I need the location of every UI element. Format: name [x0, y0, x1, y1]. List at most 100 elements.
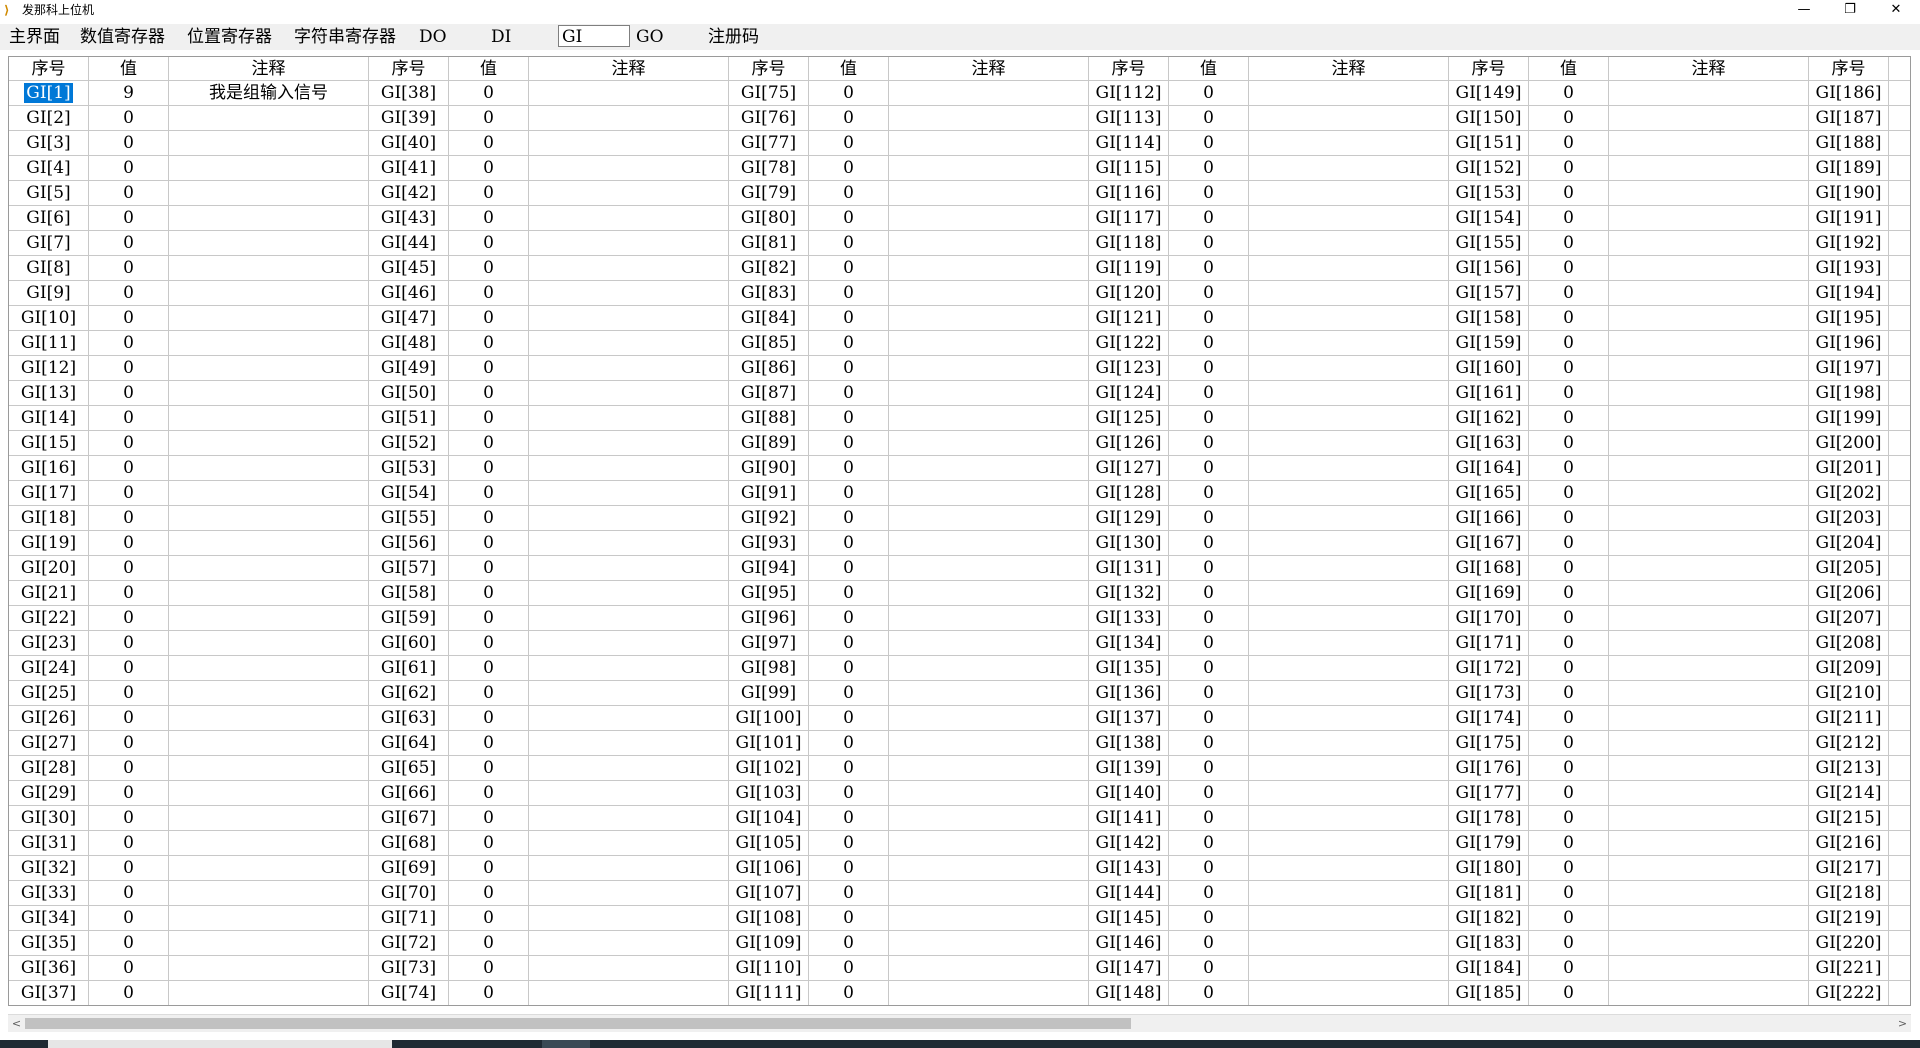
- comment-cell[interactable]: [1609, 606, 1809, 630]
- value-cell[interactable]: 0: [89, 956, 169, 980]
- index-cell[interactable]: GI[180]: [1449, 856, 1529, 880]
- comment-cell[interactable]: [1249, 131, 1449, 155]
- value-cell[interactable]: 0: [809, 131, 889, 155]
- value-cell[interactable]: 0: [809, 731, 889, 755]
- comment-cell[interactable]: [169, 556, 369, 580]
- comment-cell[interactable]: [1609, 106, 1809, 130]
- comment-cell[interactable]: [529, 306, 729, 330]
- index-cell[interactable]: GI[215]: [1809, 806, 1889, 830]
- comment-cell[interactable]: [1249, 106, 1449, 130]
- minimize-button[interactable]: —: [1781, 0, 1827, 20]
- table-row[interactable]: GI[8] 0 GI[45] 0 GI[82] 0 GI[119] 0 GI[156] 0 GI[1…: [9, 256, 1910, 281]
- comment-cell[interactable]: [529, 806, 729, 830]
- value-cell[interactable]: 0: [809, 706, 889, 730]
- index-cell[interactable]: GI[84]: [729, 306, 809, 330]
- index-cell[interactable]: GI[205]: [1809, 556, 1889, 580]
- table-row[interactable]: GI[34] 0 GI[71] 0 GI[108] 0 GI[145] 0 GI[182] 0 GI…: [9, 906, 1910, 931]
- comment-cell[interactable]: [1249, 656, 1449, 680]
- value-cell[interactable]: 0: [449, 581, 529, 605]
- value-cell[interactable]: 0: [809, 906, 889, 930]
- value-cell[interactable]: 0: [809, 81, 889, 105]
- index-cell[interactable]: GI[80]: [729, 206, 809, 230]
- comment-cell[interactable]: [169, 756, 369, 780]
- value-cell[interactable]: 0: [809, 256, 889, 280]
- index-cell[interactable]: GI[24]: [9, 656, 89, 680]
- comment-cell[interactable]: [1609, 481, 1809, 505]
- value-cell[interactable]: 0: [89, 506, 169, 530]
- value-cell[interactable]: 0: [449, 306, 529, 330]
- value-cell[interactable]: 0: [809, 931, 889, 955]
- value-cell[interactable]: 0: [1169, 256, 1249, 280]
- index-cell[interactable]: GI[33]: [9, 881, 89, 905]
- value-cell[interactable]: 0: [1169, 706, 1249, 730]
- comment-cell[interactable]: [1249, 981, 1449, 1005]
- comment-cell[interactable]: [889, 231, 1089, 255]
- value-cell[interactable]: 0: [1169, 381, 1249, 405]
- value-cell[interactable]: 0: [89, 256, 169, 280]
- value-cell[interactable]: 0: [809, 381, 889, 405]
- comment-cell[interactable]: [889, 681, 1089, 705]
- value-cell[interactable]: 0: [449, 131, 529, 155]
- index-cell[interactable]: GI[58]: [369, 581, 449, 605]
- value-cell[interactable]: 0: [89, 656, 169, 680]
- value-cell[interactable]: 0: [89, 156, 169, 180]
- value-cell[interactable]: 0: [1529, 531, 1609, 555]
- value-cell[interactable]: 0: [1889, 656, 1910, 680]
- value-cell[interactable]: 0: [1169, 131, 1249, 155]
- table-row[interactable]: GI[1] 9 我是组输入信号 GI[38] 0 GI[75] 0 GI[112] 0 GI[14…: [9, 81, 1910, 106]
- index-cell[interactable]: GI[46]: [369, 281, 449, 305]
- value-cell[interactable]: 0: [1169, 581, 1249, 605]
- index-cell[interactable]: GI[36]: [9, 956, 89, 980]
- value-cell[interactable]: 0: [1169, 81, 1249, 105]
- value-cell[interactable]: 0: [1889, 781, 1910, 805]
- value-cell[interactable]: 0: [1889, 206, 1910, 230]
- comment-cell[interactable]: [1249, 831, 1449, 855]
- value-cell[interactable]: 0: [809, 281, 889, 305]
- index-cell[interactable]: GI[216]: [1809, 831, 1889, 855]
- value-cell[interactable]: 0: [1529, 81, 1609, 105]
- index-cell[interactable]: GI[217]: [1809, 856, 1889, 880]
- comment-cell[interactable]: [1249, 156, 1449, 180]
- comment-cell[interactable]: [889, 256, 1089, 280]
- value-cell[interactable]: 0: [1889, 331, 1910, 355]
- index-cell[interactable]: GI[81]: [729, 231, 809, 255]
- index-cell[interactable]: GI[47]: [369, 306, 449, 330]
- value-cell[interactable]: 0: [449, 831, 529, 855]
- index-cell[interactable]: GI[69]: [369, 856, 449, 880]
- table-row[interactable]: GI[33] 0 GI[70] 0 GI[107] 0 GI[144] 0 GI[181] 0 GI…: [9, 881, 1910, 906]
- index-cell[interactable]: GI[194]: [1809, 281, 1889, 305]
- comment-cell[interactable]: [889, 106, 1089, 130]
- comment-cell[interactable]: [889, 831, 1089, 855]
- value-cell[interactable]: 0: [89, 906, 169, 930]
- comment-cell[interactable]: [889, 431, 1089, 455]
- value-cell[interactable]: 0: [89, 831, 169, 855]
- value-cell[interactable]: 0: [1529, 831, 1609, 855]
- value-cell[interactable]: 0: [1889, 806, 1910, 830]
- index-cell[interactable]: GI[93]: [729, 531, 809, 555]
- scroll-left-arrow-icon[interactable]: <: [8, 1015, 25, 1032]
- value-cell[interactable]: 0: [449, 531, 529, 555]
- value-cell[interactable]: 0: [1529, 231, 1609, 255]
- index-cell[interactable]: GI[28]: [9, 756, 89, 780]
- comment-cell[interactable]: [889, 556, 1089, 580]
- value-cell[interactable]: 0: [449, 106, 529, 130]
- index-cell[interactable]: GI[55]: [369, 506, 449, 530]
- value-cell[interactable]: 0: [809, 356, 889, 380]
- value-cell[interactable]: 0: [809, 331, 889, 355]
- comment-cell[interactable]: [889, 956, 1089, 980]
- table-row[interactable]: GI[18] 0 GI[55] 0 GI[92] 0 GI[129] 0 GI[166] 0 GI[…: [9, 506, 1910, 531]
- table-row[interactable]: GI[29] 0 GI[66] 0 GI[103] 0 GI[140] 0 GI[177] 0 GI…: [9, 781, 1910, 806]
- value-cell[interactable]: 0: [449, 781, 529, 805]
- value-cell[interactable]: 0: [1169, 631, 1249, 655]
- index-cell[interactable]: GI[44]: [369, 231, 449, 255]
- comment-cell[interactable]: [169, 206, 369, 230]
- tab-string-register[interactable]: 字符串寄存器: [294, 25, 396, 49]
- value-cell[interactable]: 0: [1889, 456, 1910, 480]
- table-row[interactable]: GI[20] 0 GI[57] 0 GI[94] 0 GI[131] 0 GI[168] 0 GI[…: [9, 556, 1910, 581]
- value-cell[interactable]: 0: [1169, 356, 1249, 380]
- comment-cell[interactable]: [1249, 881, 1449, 905]
- index-cell[interactable]: GI[135]: [1089, 656, 1169, 680]
- value-cell[interactable]: 0: [449, 506, 529, 530]
- comment-cell[interactable]: [169, 181, 369, 205]
- value-cell[interactable]: 0: [809, 181, 889, 205]
